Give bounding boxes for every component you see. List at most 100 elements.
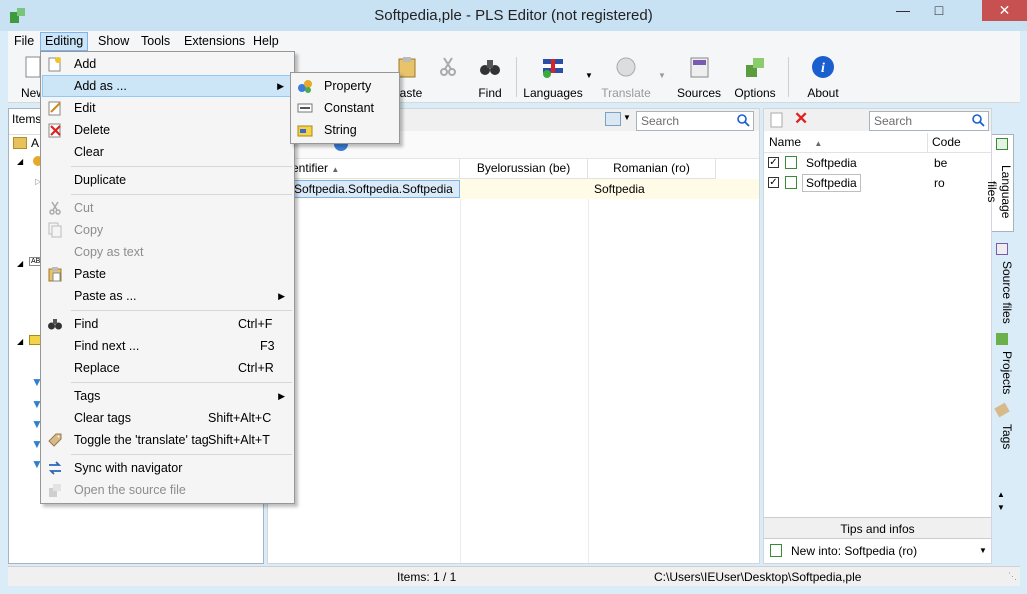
columns-dropdown-arrow[interactable]: ▼	[623, 113, 631, 122]
tree-expander[interactable]: ◢	[17, 337, 23, 346]
scissors-icon	[49, 201, 61, 215]
tab-source-files[interactable]: Source files	[992, 240, 1014, 326]
menu-item-paste[interactable]: Paste	[42, 263, 293, 285]
status-bar: Items: 1 / 1 C:\Users\IEUser\Desktop\Sof…	[8, 566, 1020, 586]
new-into-selector[interactable]: New into: Softpedia (ro) ▼	[764, 541, 991, 563]
tips-and-infos-header[interactable]: Tips and infos	[764, 517, 991, 539]
submenu-item-property-label: Property	[324, 79, 372, 93]
columns-icon[interactable]	[605, 112, 621, 126]
toolbar-separator	[516, 57, 517, 97]
menu-item-sync-navigator[interactable]: Sync with navigator	[42, 457, 293, 479]
languages-dropdown-arrow[interactable]: ▼	[585, 71, 593, 80]
menu-item-copy[interactable]: Copy	[42, 219, 293, 241]
language-name: Softpedia	[806, 156, 857, 170]
tab-language-files[interactable]: Language files	[985, 134, 1014, 232]
menu-tools[interactable]: Tools	[137, 32, 174, 51]
about-button[interactable]: i About	[802, 55, 844, 100]
options-button[interactable]: Options	[732, 55, 778, 100]
tree-expander[interactable]: ◢	[17, 259, 23, 268]
tab-projects[interactable]: Projects	[992, 330, 1014, 398]
translate-dropdown-arrow[interactable]: ▼	[658, 71, 666, 80]
languages-button[interactable]: Languages	[522, 55, 584, 100]
shortcut-replace: Ctrl+R	[238, 361, 274, 375]
menu-item-copy-as-text[interactable]: Copy as text	[42, 241, 293, 263]
menu-item-add[interactable]: Add	[42, 53, 293, 75]
menu-item-paste-as[interactable]: Paste as ... ▶	[42, 285, 293, 307]
entries-search-input[interactable]: Search	[636, 111, 754, 131]
string-icon	[297, 125, 313, 137]
folder-icon	[13, 137, 27, 149]
column-be[interactable]: Byelorussian (be)	[460, 159, 588, 179]
menu-item-cut[interactable]: Cut	[42, 197, 293, 219]
menu-item-edit[interactable]: Edit	[42, 97, 293, 119]
language-files-icon	[996, 138, 1008, 150]
tabs-scroll-up[interactable]: ▲	[997, 490, 1005, 499]
sync-icon	[48, 461, 62, 475]
menu-item-find-next[interactable]: Find next ... F3	[42, 335, 293, 357]
menu-help[interactable]: Help	[249, 32, 283, 51]
menu-extensions[interactable]: Extensions	[180, 32, 249, 51]
entries-search-placeholder: Search	[641, 114, 680, 128]
cell-be[interactable]	[461, 179, 588, 199]
cell-ro[interactable]: Softpedia	[594, 179, 714, 199]
menu-item-clear[interactable]: Clear	[42, 141, 293, 163]
menu-item-toggle-translate-tag[interactable]: Toggle the 'translate' tag Shift+Alt+T	[42, 429, 293, 451]
submenu-arrow-icon: ▶	[278, 391, 285, 401]
table-row[interactable]: Softpedia.Softpedia.Softpedia Softpedia	[268, 179, 759, 199]
tree-expander[interactable]: ◢	[17, 157, 23, 166]
language-file-icon	[785, 156, 797, 169]
column-name[interactable]: Name ▲	[764, 133, 928, 153]
close-button[interactable]: ✕	[982, 0, 1027, 21]
menu-item-duplicate[interactable]: Duplicate	[42, 169, 293, 191]
menu-item-clear-tags-label: Clear tags	[74, 411, 131, 425]
options-button-label: Options	[734, 86, 776, 100]
language-search-input[interactable]: Search	[869, 111, 989, 131]
resize-grip-icon[interactable]: ⋱	[1008, 571, 1017, 582]
menu-show[interactable]: Show	[94, 32, 133, 51]
column-code[interactable]: Code	[928, 133, 991, 153]
menu-item-edit-label: Edit	[74, 101, 96, 115]
menu-item-add-label: Add	[74, 57, 97, 71]
column-ro[interactable]: Romanian (ro)	[588, 159, 716, 179]
submenu-item-constant[interactable]: Constant	[292, 97, 398, 119]
delete-language-icon[interactable]: ✕	[794, 109, 808, 129]
menu-item-add-as[interactable]: Add as ... ▶	[42, 75, 293, 97]
submenu-item-string-label: String	[324, 123, 357, 137]
cell-identifier[interactable]: Softpedia.Softpedia.Softpedia	[290, 180, 460, 198]
sources-button[interactable]: Sources	[675, 55, 723, 100]
menu-editing[interactable]: Editing	[40, 32, 89, 51]
search-icon[interactable]	[737, 114, 750, 127]
language-checkbox[interactable]: ✓	[768, 157, 779, 168]
submenu-item-property[interactable]: Property	[292, 75, 398, 97]
menu-file[interactable]: File	[10, 32, 38, 51]
menu-item-replace-label: Replace	[74, 361, 120, 375]
language-checkbox[interactable]: ✓	[768, 177, 779, 188]
open-source-file-icon	[49, 484, 61, 497]
menu-item-clear-tags[interactable]: Clear tags Shift+Alt+C	[42, 407, 293, 429]
translate-button[interactable]: Translate	[600, 55, 652, 100]
table-row[interactable]: ✓ Softpedia be	[764, 153, 991, 173]
sources-button-label: Sources	[676, 86, 722, 100]
cut-button[interactable]	[436, 55, 456, 86]
menu-item-find[interactable]: Find Ctrl+F	[42, 313, 293, 335]
find-button-label: Find	[478, 86, 502, 100]
chevron-down-icon[interactable]: ▼	[979, 546, 987, 555]
submenu-item-string[interactable]: String	[292, 119, 398, 141]
search-icon[interactable]	[972, 114, 985, 127]
menu-item-tags[interactable]: Tags ▶	[42, 385, 293, 407]
minimize-button[interactable]: —	[888, 0, 918, 21]
submenu-arrow-icon: ▶	[278, 291, 285, 301]
submenu-item-constant-label: Constant	[324, 101, 375, 115]
column-identifier[interactable]: Identifier ▲	[268, 159, 460, 179]
menu-item-delete[interactable]: Delete	[42, 119, 293, 141]
status-file-path: C:\Users\IEUser\Desktop\Softpedia,ple	[654, 570, 862, 584]
tabs-scroll-down[interactable]: ▼	[997, 503, 1005, 512]
tab-tags[interactable]: Tags	[992, 402, 1014, 454]
maximize-button[interactable]: □	[924, 0, 954, 21]
shortcut-clear-tags: Shift+Alt+C	[208, 411, 272, 425]
menu-item-open-source-file[interactable]: Open the source file	[42, 479, 293, 501]
new-language-file-icon[interactable]	[770, 112, 784, 128]
find-button[interactable]: Find	[472, 55, 508, 100]
menu-item-replace[interactable]: Replace Ctrl+R	[42, 357, 293, 379]
table-row[interactable]: ✓ Softpedia ro	[764, 173, 991, 193]
